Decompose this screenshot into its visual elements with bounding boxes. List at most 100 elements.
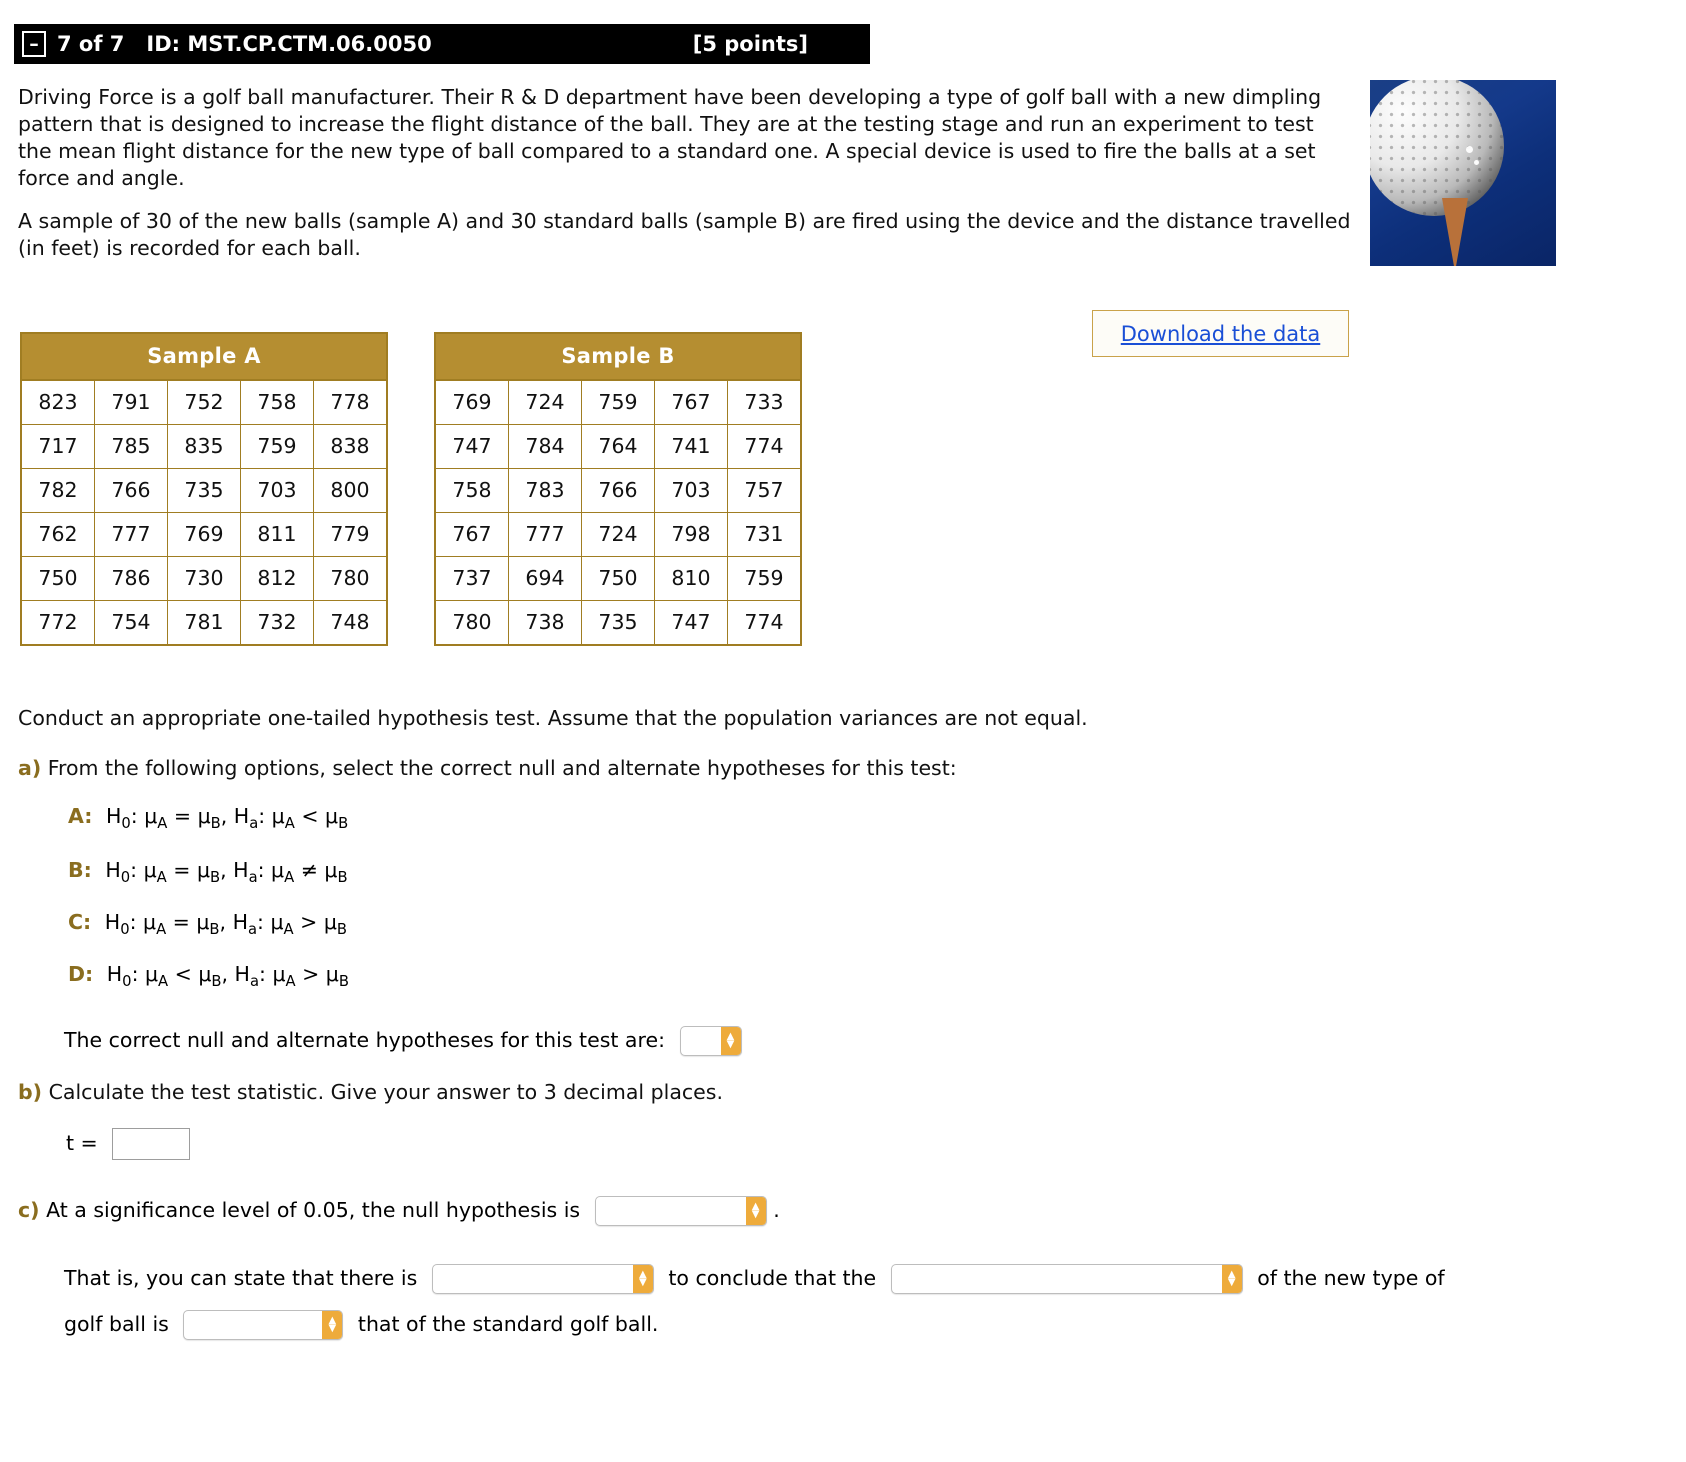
table-cell: 733 [727,379,802,425]
part-b-label: b) [18,1080,43,1104]
sample-b-table: Sample B 769 724 759 767 733 747 784 764 741 774 7… [434,332,802,646]
table-cell: 757 [727,468,802,513]
golf-ball-on-tee-photo [1370,80,1556,266]
table-cell: 703 [240,468,314,513]
conclusion-line2-after: that of the standard golf ball. [357,1312,659,1336]
download-data-box[interactable]: Download the data [1092,310,1349,357]
table-cell: 724 [508,379,582,425]
conclusion-line-2: golf ball is ▲ ▼ that of the standard gol… [64,1310,658,1340]
table-cell: 774 [727,424,802,469]
t-statistic-input[interactable] [112,1128,191,1160]
table-cell: 835 [167,424,241,469]
table-cell: 767 [434,512,509,557]
option-d-letter: D: [68,962,94,986]
table-cell: 747 [654,600,728,646]
table-cell: 778 [313,379,388,425]
table-cell: 748 [313,600,388,646]
table-cell: 782 [20,468,95,513]
table-cell: 777 [508,512,582,557]
sample-b-header: Sample B [434,332,802,381]
table-cell: 798 [654,512,728,557]
option-b-formula: H0: μA = μB, Ha: μA ≠ μB [105,858,348,887]
table-cell: 769 [434,379,509,425]
hypothesis-option-b[interactable]: B: H0: μA = μB, Ha: μA ≠ μB [68,858,348,886]
question-id: ID: MST.CP.CTM.06.0050 [146,32,432,56]
question-number: 7 of 7 [57,32,125,56]
chevron-updown-icon[interactable]: ▲ ▼ [720,1027,741,1055]
hypothesis-select[interactable]: ▲ ▼ [679,1026,742,1056]
chevron-updown-icon[interactable]: ▲ ▼ [1221,1265,1242,1293]
table-cell: 800 [313,468,388,513]
option-a-formula: H0: μA = μB, Ha: μA < μB [105,804,349,833]
option-a-letter: A: [68,804,93,828]
option-b-letter: B: [68,858,92,882]
table-cell: 752 [167,379,241,425]
table-cell: 735 [581,600,655,646]
evidence-strength-select[interactable]: ▲ ▼ [431,1264,654,1294]
table-cell: 754 [94,600,168,646]
table-row: 758 783 766 703 757 [434,468,802,513]
hypothesis-option-c[interactable]: C: H0: μA = μB, Ha: μA > μB [68,910,347,938]
table-cell: 759 [727,556,802,601]
question-points: [5 points] [692,32,808,56]
intro-paragraph-1: Driving Force is a golf ball manufacture… [18,85,1322,190]
table-cell: 780 [434,600,509,646]
chevron-updown-icon[interactable]: ▲ ▼ [322,1311,343,1339]
table-cell: 786 [94,556,168,601]
conclusion-text-after: of the new type of [1257,1266,1445,1290]
intro-paragraph-2: A sample of 30 of the new balls (sample … [18,209,1351,260]
table-cell: 741 [654,424,728,469]
table-cell: 737 [434,556,509,601]
highlight-dot [1466,146,1473,153]
golf-tee-shape [1442,198,1468,266]
table-cell: 810 [654,556,728,601]
table-row: 823 791 752 758 778 [20,379,388,425]
table-cell: 769 [167,512,241,557]
hypothesis-option-d[interactable]: D: H0: μA < μB, Ha: μA > μB [68,962,349,990]
t-statistic-row: t = [66,1128,191,1160]
part-a-answer-row: The correct null and alternate hypothese… [64,1026,742,1056]
table-cell: 735 [167,468,241,513]
hypothesis-option-a[interactable]: A: H0: μA = μB, Ha: μA < μB [68,804,348,832]
part-c-label: c) [18,1198,40,1222]
table-cell: 774 [727,600,802,646]
table-cell: 758 [240,379,314,425]
part-a-answer-prompt: The correct null and alternate hypothese… [64,1028,665,1052]
sample-b-body: 769 724 759 767 733 747 784 764 741 774 758 783 766 7… [434,379,802,646]
chevron-updown-icon[interactable]: ▲ ▼ [745,1197,766,1225]
table-row: 762 777 769 811 779 [20,512,388,557]
table-row: 717 785 835 759 838 [20,424,388,469]
comparison-select[interactable]: ▲ ▼ [183,1310,344,1340]
measure-select[interactable]: ▲ ▼ [890,1264,1243,1294]
option-d-formula: H0: μA < μB, Ha: μA > μB [106,962,349,991]
table-cell: 750 [581,556,655,601]
table-cell: 717 [20,424,95,469]
table-cell: 730 [167,556,241,601]
table-cell: 759 [240,424,314,469]
table-cell: 747 [434,424,509,469]
table-cell: 783 [508,468,582,513]
chevron-updown-icon[interactable]: ▲ ▼ [632,1265,653,1293]
golf-ball-dimples [1370,80,1504,216]
table-row: 772 754 781 732 748 [20,600,388,646]
sample-a-header: Sample A [20,332,388,381]
table-row: 750 786 730 812 780 [20,556,388,601]
table-cell: 780 [313,556,388,601]
option-c-formula: H0: μA = μB, Ha: μA > μB [104,910,347,939]
table-cell: 767 [654,379,728,425]
table-cell: 812 [240,556,314,601]
table-cell: 779 [313,512,388,557]
part-b-text: Calculate the test statistic. Give your … [48,1080,723,1104]
download-the-data-link[interactable]: Download the data [1121,322,1321,346]
table-row: 769 724 759 767 733 [434,379,802,425]
table-cell: 732 [240,600,314,646]
table-row: 782 766 735 703 800 [20,468,388,513]
minus-icon[interactable]: – [22,31,46,57]
table-cell: 764 [581,424,655,469]
conclusion-text-mid: to conclude that the [668,1266,877,1290]
conclusion-line2-before: golf ball is [64,1312,169,1336]
highlight-dot [1474,160,1479,165]
null-hypothesis-decision-select[interactable]: ▲ ▼ [594,1196,767,1226]
conclusion-text-before: That is, you can state that there is [64,1266,418,1290]
part-a-line: a) From the following options, select th… [18,756,957,780]
